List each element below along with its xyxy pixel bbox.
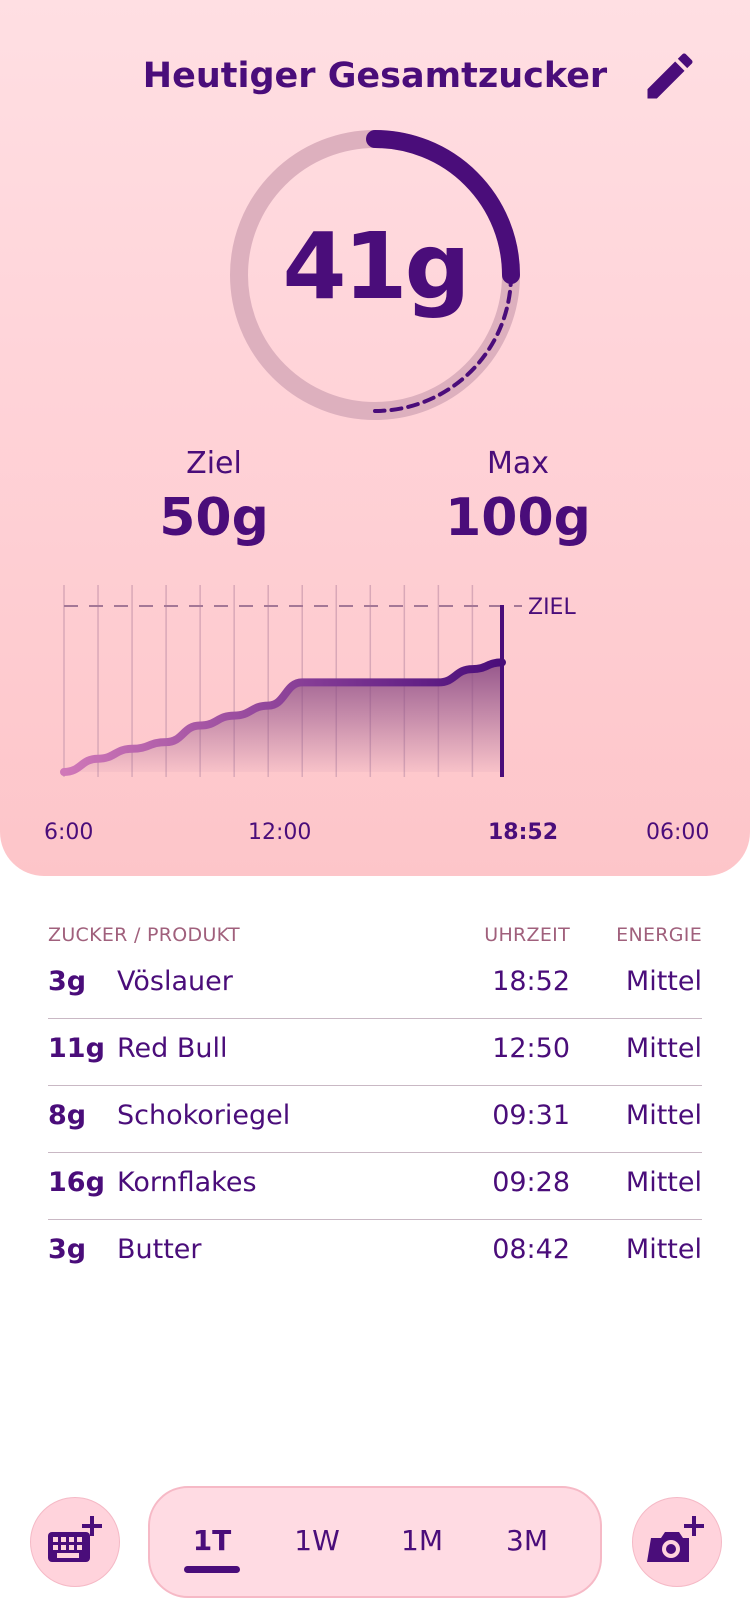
goal-value: 50g [159, 488, 269, 548]
row-sugar: 11g [48, 1033, 105, 1064]
log-row[interactable]: 3g Vöslauer 18:52 Mittel [48, 952, 702, 1019]
row-energy: Mittel [625, 1033, 702, 1064]
total-sugar-value: 41g [282, 213, 471, 320]
range-tab-1m[interactable]: 1M [382, 1488, 462, 1596]
row-energy: Mittel [625, 1167, 702, 1198]
log-row[interactable]: 11g Red Bull 12:50 Mittel [48, 1019, 702, 1086]
row-sugar: 3g [48, 966, 87, 997]
row-product: Red Bull [117, 1033, 228, 1064]
tick-label: 6:00 [44, 820, 94, 845]
row-time: 12:50 [492, 1033, 570, 1064]
row-energy: Mittel [625, 1100, 702, 1131]
range-tab-1w[interactable]: 1W [277, 1488, 357, 1596]
edit-button[interactable] [640, 46, 700, 106]
range-tab-3m[interactable]: 3M [487, 1488, 567, 1596]
range-tab-1t[interactable]: 1T [172, 1488, 252, 1596]
sugar-log: ZUCKER / PRODUKT UHRZEIT ENERGIE 3g Vösla… [48, 920, 702, 1286]
add-photo-button[interactable] [632, 1497, 722, 1587]
goal-label: Ziel [186, 446, 242, 481]
max-value: 100g [445, 488, 591, 548]
add-manual-button[interactable] [30, 1497, 120, 1587]
keyboard-add-icon [48, 1516, 102, 1562]
row-time: 08:42 [492, 1234, 570, 1265]
log-row[interactable]: 16g Kornflakes 09:28 Mittel [48, 1153, 702, 1220]
row-sugar: 3g [48, 1234, 87, 1265]
header-time: UHRZEIT [484, 924, 570, 946]
pencil-icon [647, 53, 693, 99]
row-time: 09:28 [492, 1167, 570, 1198]
row-product: Vöslauer [117, 966, 233, 997]
summary-panel: Heutiger Gesamtzucker 41g Ziel 50g Max 1… [0, 0, 750, 876]
sugar-chart: ZIEL [60, 585, 576, 777]
row-time: 09:31 [492, 1100, 570, 1131]
goal-line-label: ZIEL [528, 595, 576, 620]
log-row[interactable]: 3g Butter 08:42 Mittel [48, 1220, 702, 1286]
tick-label-now: 18:52 [488, 820, 559, 845]
row-product: Kornflakes [117, 1167, 257, 1198]
row-product: Butter [117, 1234, 202, 1265]
row-energy: Mittel [625, 966, 702, 997]
active-tab-indicator [184, 1566, 240, 1573]
log-row[interactable]: 8g Schokoriegel 09:31 Mittel [48, 1086, 702, 1153]
log-header: ZUCKER / PRODUKT UHRZEIT ENERGIE [48, 920, 702, 952]
header-energy: ENERGIE [616, 924, 702, 946]
row-sugar: 16g [48, 1167, 105, 1198]
row-sugar: 8g [48, 1100, 87, 1131]
page-title: Heutiger Gesamtzucker [142, 56, 608, 96]
tick-label: 12:00 [248, 820, 312, 845]
row-product: Schokoriegel [117, 1100, 291, 1131]
header-sugar-product: ZUCKER / PRODUKT [48, 924, 240, 946]
tick-label: 06:00 [646, 820, 710, 845]
row-energy: Mittel [625, 1234, 702, 1265]
row-time: 18:52 [492, 966, 570, 997]
camera-add-icon [647, 1516, 704, 1562]
max-label: Max [486, 446, 550, 481]
time-range-selector: 1T 1W 1M 3M [148, 1486, 602, 1598]
